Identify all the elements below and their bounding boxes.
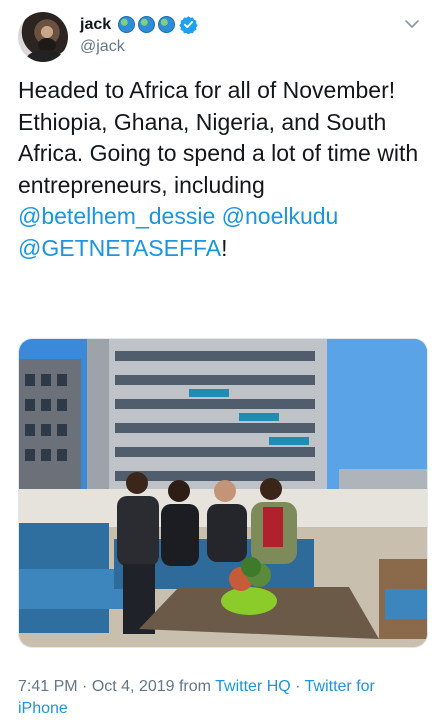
tweet-date: Oct 4, 2019 [91, 678, 175, 695]
globe-africa-icon [118, 16, 136, 33]
meta-separator: · [290, 678, 305, 695]
chevron-down-icon[interactable] [404, 16, 420, 32]
mention-betelhem-dessie[interactable]: @betelhem_dessie [18, 203, 215, 229]
meta-separator: · [77, 678, 92, 695]
text-end: ! [221, 234, 228, 261]
tweet-text-body: Headed to Africa for all of November! Et… [18, 77, 419, 198]
mention-getnetaseffa[interactable]: @GETNETASEFFA [18, 235, 221, 261]
tweet-meta: 7:41 PM · Oct 4, 2019 from Twitter HQ · … [18, 676, 423, 720]
tweet-time: 7:41 PM [18, 678, 78, 695]
avatar-shirt-shape [26, 50, 64, 62]
mention-noelkudu[interactable]: @noelkudu [222, 203, 339, 229]
tweet-photo[interactable] [18, 338, 428, 648]
author-handle[interactable]: @jack [80, 38, 125, 56]
photo-four-people-rooftop [19, 339, 427, 647]
author-display-name[interactable]: jack [80, 16, 111, 34]
tweet-header: jack @jack [18, 12, 428, 62]
photo-plant-pot [221, 587, 277, 615]
verified-badge-icon [179, 16, 198, 34]
globe-africa-icon [158, 16, 176, 33]
tweet-location-link[interactable]: Twitter HQ [215, 678, 291, 695]
globe-africa-icon [138, 16, 156, 33]
avatar[interactable] [18, 12, 68, 62]
author-name-row: jack [80, 15, 198, 34]
meta-from: from [174, 678, 216, 695]
tweet-text: Headed to Africa for all of November! Et… [18, 75, 423, 264]
